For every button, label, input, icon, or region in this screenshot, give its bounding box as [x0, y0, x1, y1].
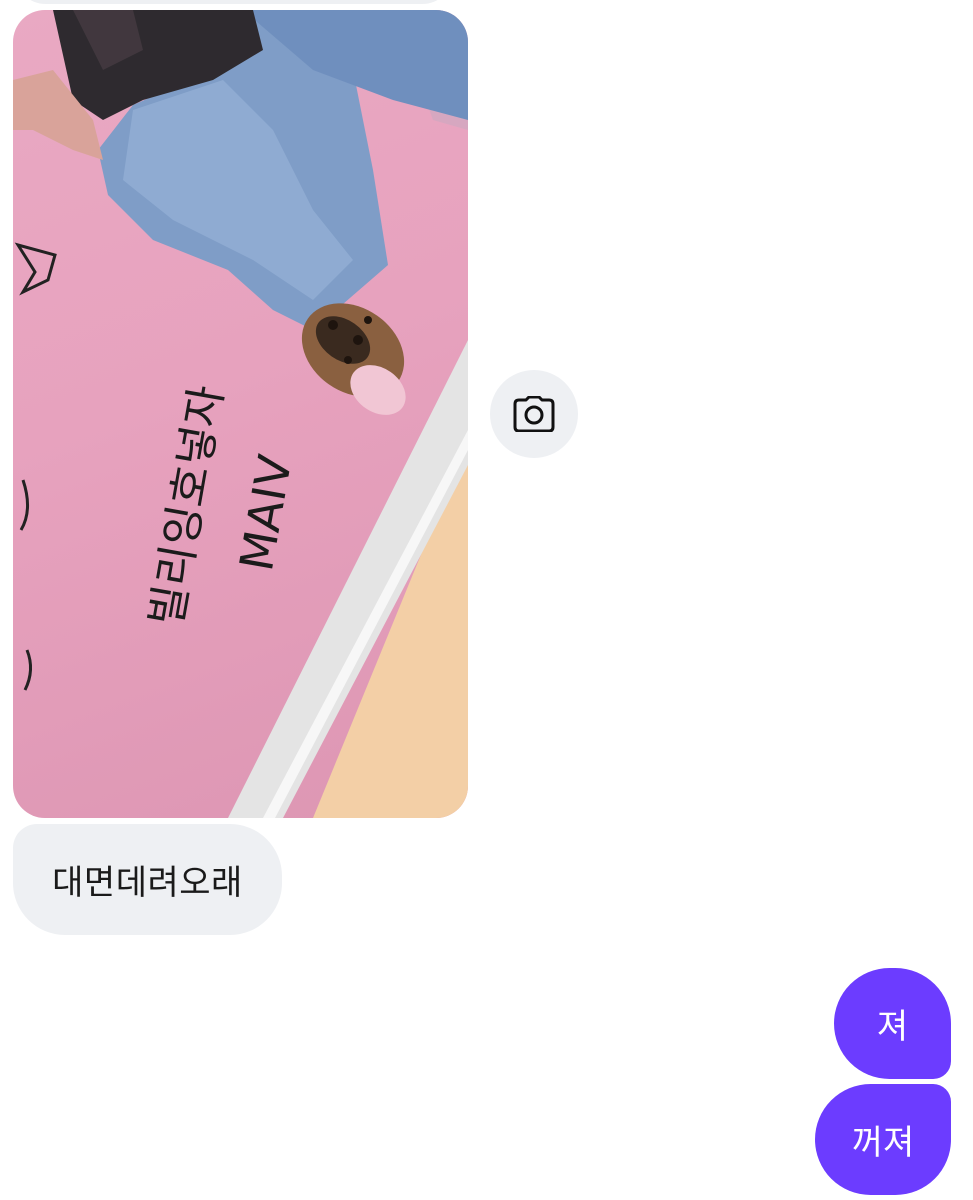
sent-message-text: 져 — [876, 1007, 909, 1047]
handwriting-main: 빌리잉호넣자 — [141, 382, 233, 630]
camera-button[interactable] — [490, 370, 578, 458]
sent-message-bubble[interactable]: 져 — [834, 968, 951, 1079]
received-message-bubble[interactable]: 대면데려오래 — [13, 824, 282, 935]
photo-message[interactable]: 빌리잉호넣자 MAIV — [13, 10, 468, 818]
previous-message-bubble — [14, 0, 454, 4]
sent-message-bubble[interactable]: 꺼져 — [815, 1084, 951, 1195]
photo-image: 빌리잉호넣자 MAIV — [13, 10, 468, 818]
handwriting-sub: MAIV — [229, 451, 302, 575]
received-message-text: 대면데려오래 — [52, 863, 243, 903]
camera-icon — [513, 396, 555, 432]
sent-message-text: 꺼져 — [851, 1123, 915, 1163]
chat-screen: 빌리잉호넣자 MAIV 대면데려오래 져 꺼져 — [0, 0, 973, 1200]
